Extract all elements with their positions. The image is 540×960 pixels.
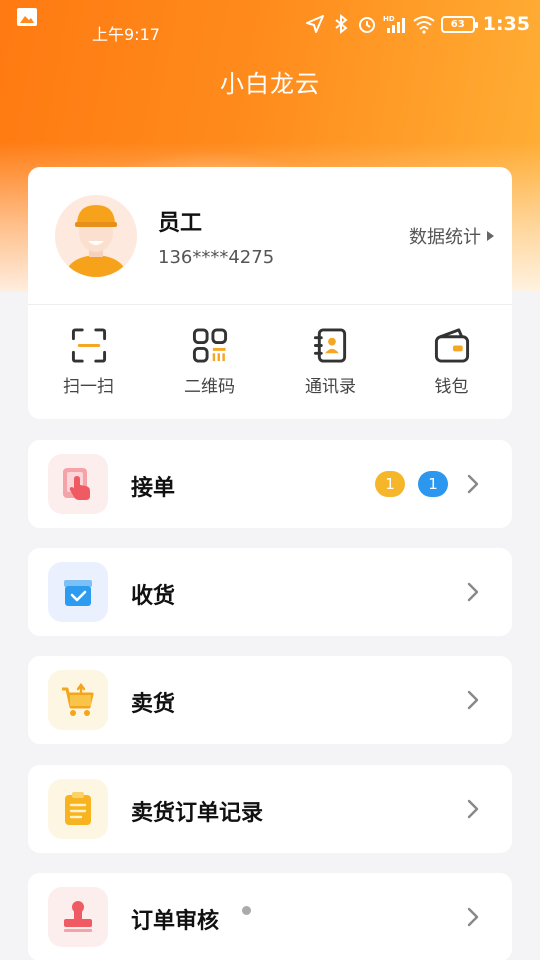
quick-action-label: 扫一扫 xyxy=(63,377,114,397)
clipboard-icon xyxy=(65,792,91,825)
menu-label: 接单 xyxy=(131,476,176,501)
notification-dot xyxy=(242,906,251,915)
cart-icon xyxy=(62,683,94,716)
worker-avatar-icon xyxy=(55,195,137,277)
chevron-right-icon xyxy=(467,799,479,819)
badge-blue: 1 xyxy=(418,471,448,497)
menu-item-take-order[interactable]: 接单 1 1 xyxy=(28,440,512,528)
menu-label: 卖货 xyxy=(131,692,176,717)
chevron-right-icon xyxy=(467,582,479,602)
menu-icon-box xyxy=(48,562,108,622)
qrcode-icon xyxy=(192,328,227,363)
menu-label: 订单审核 xyxy=(131,909,220,934)
chevron-right-icon xyxy=(467,690,479,710)
wifi-icon xyxy=(413,16,435,34)
menu-item-order-review[interactable]: 订单审核 xyxy=(28,873,512,960)
quick-action-scan[interactable]: 扫一扫 xyxy=(28,327,149,397)
avatar[interactable] xyxy=(55,195,137,277)
profile-card: 员工 136****4275 数据统计 扫一扫 二维码 通讯录 钱包 xyxy=(28,167,512,419)
gallery-icon xyxy=(17,8,37,26)
stamp-icon xyxy=(64,901,92,932)
quick-action-label: 钱包 xyxy=(434,377,469,397)
bluetooth-icon xyxy=(335,14,348,34)
quick-action-qrcode[interactable]: 二维码 xyxy=(149,327,270,397)
data-statistics-link[interactable]: 数据统计 xyxy=(409,223,494,249)
menu-icon-box xyxy=(48,887,108,947)
data-statistics-label: 数据统计 xyxy=(409,227,481,248)
menu-item-sales-order-records[interactable]: 卖货订单记录 xyxy=(28,765,512,853)
menu-icon-box xyxy=(48,779,108,839)
battery-level: 63 xyxy=(450,18,465,30)
app-title: 小白龙云 xyxy=(220,70,320,98)
divider xyxy=(28,304,512,305)
tap-order-icon xyxy=(63,468,90,500)
status-time: 上午9:17 xyxy=(92,25,160,44)
quick-action-contacts[interactable]: 通讯录 xyxy=(270,327,391,397)
triangle-right-icon xyxy=(487,231,494,241)
profile-name: 员工 xyxy=(158,211,203,236)
receive-box-icon xyxy=(64,580,92,606)
scan-icon xyxy=(71,328,106,363)
quick-action-label: 二维码 xyxy=(184,377,235,397)
menu-label: 收货 xyxy=(131,584,176,609)
hd-signal-icon: HD xyxy=(383,15,405,33)
status-clock: 1:35 xyxy=(482,13,530,35)
quick-actions: 扫一扫 二维码 通讯录 钱包 xyxy=(28,327,512,397)
badge-yellow: 1 xyxy=(375,471,405,497)
chevron-right-icon xyxy=(467,907,479,927)
location-icon xyxy=(305,15,324,33)
menu-item-sell[interactable]: 卖货 xyxy=(28,656,512,744)
profile-phone: 136****4275 xyxy=(158,247,275,268)
quick-action-label: 通讯录 xyxy=(305,377,356,397)
chevron-right-icon xyxy=(467,474,479,494)
menu-label: 卖货订单记录 xyxy=(131,801,264,826)
alarm-icon xyxy=(358,17,375,33)
battery-icon: 63 xyxy=(440,15,478,33)
svg-text:HD: HD xyxy=(383,15,395,23)
menu-item-receive[interactable]: 收货 xyxy=(28,548,512,636)
quick-action-wallet[interactable]: 钱包 xyxy=(391,327,512,397)
menu-icon-box xyxy=(48,454,108,514)
wallet-icon xyxy=(434,328,469,363)
status-bar: 上午9:17 HD 63 1:35 xyxy=(0,0,540,64)
menu-icon-box xyxy=(48,670,108,730)
contacts-icon xyxy=(313,328,346,363)
